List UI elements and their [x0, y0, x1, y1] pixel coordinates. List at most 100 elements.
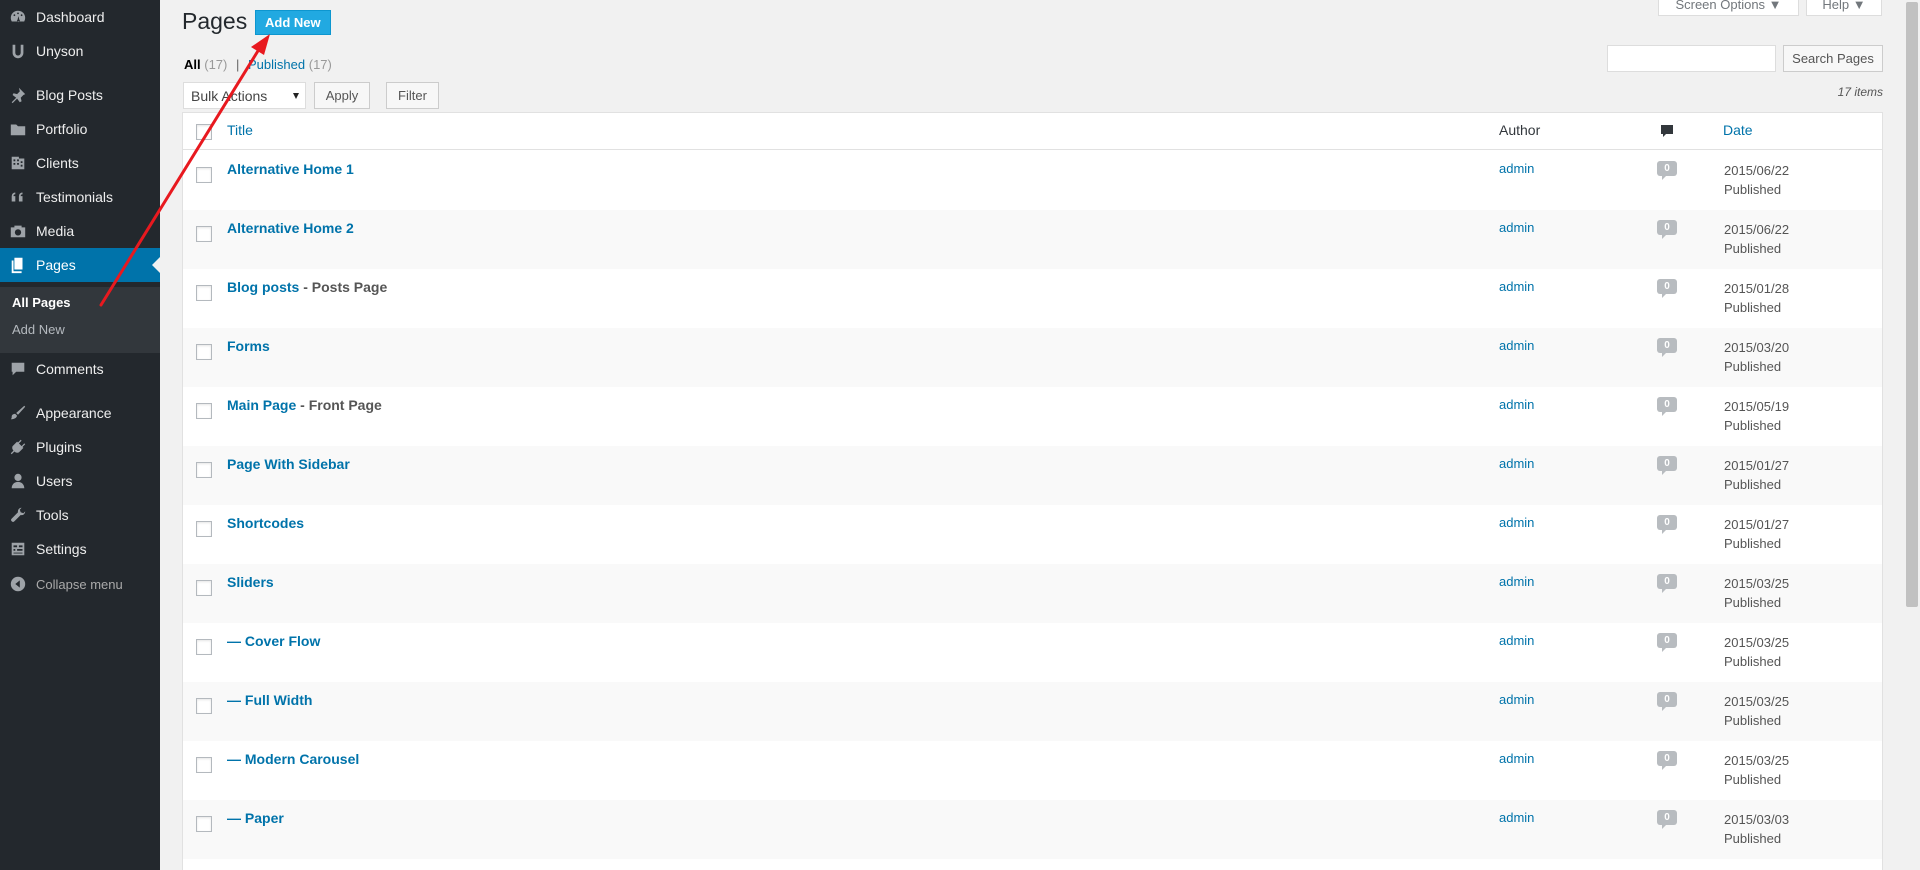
row-status: Published — [1724, 359, 1782, 374]
comment-count-badge[interactable]: 0 — [1657, 692, 1677, 711]
items-count: 17 items — [1837, 85, 1883, 99]
row-date-value: 2015/01/28 — [1724, 281, 1790, 296]
page-scrollbar[interactable] — [1904, 0, 1920, 870]
row-author-link[interactable]: admin — [1499, 279, 1534, 294]
sidebar-item-tools[interactable]: Tools — [0, 498, 160, 532]
row-author-link[interactable]: admin — [1499, 633, 1534, 648]
sidebar-item-appearance[interactable]: Appearance — [0, 396, 160, 430]
comment-count-badge[interactable]: 0 — [1657, 633, 1677, 652]
row-author-link[interactable]: admin — [1499, 456, 1534, 471]
submenu-add-new[interactable]: Add New — [12, 322, 65, 337]
row-author-link[interactable]: admin — [1499, 515, 1534, 530]
media-icon — [8, 221, 28, 241]
comment-count-badge[interactable]: 0 — [1657, 810, 1677, 829]
row-title-link[interactable]: Shortcodes — [227, 515, 304, 531]
row-title-link[interactable]: Alternative Home 2 — [227, 220, 354, 236]
select-all-checkbox[interactable] — [196, 124, 212, 140]
row-title: — Cover Flow — [227, 633, 320, 649]
row-author-link[interactable]: admin — [1499, 574, 1534, 589]
row-title-link[interactable]: Blog posts — [227, 279, 299, 295]
row-author-link[interactable]: admin — [1499, 810, 1534, 825]
dashboard-icon — [8, 7, 28, 27]
row-checkbox[interactable] — [196, 698, 212, 714]
row-checkbox[interactable] — [196, 816, 212, 832]
sidebar-item-blog-posts[interactable]: Blog Posts — [0, 78, 160, 112]
table-row: Alternative Home 2 admin 0 2015/06/22 Publis… — [183, 210, 1882, 269]
table-row: Shortcodes admin 0 2015/01/27 Published — [183, 505, 1882, 564]
column-date-header[interactable]: Date — [1723, 122, 1753, 138]
comment-count-badge[interactable]: 0 — [1657, 338, 1677, 357]
apply-button[interactable]: Apply — [314, 82, 370, 109]
row-author-link[interactable]: admin — [1499, 397, 1534, 412]
row-title-link[interactable]: — Paper — [227, 810, 284, 826]
row-title-link[interactable]: — Modern Carousel — [227, 751, 359, 767]
row-author-link[interactable]: admin — [1499, 338, 1534, 353]
comment-count-badge[interactable]: 0 — [1657, 220, 1677, 239]
comment-count-badge[interactable]: 0 — [1657, 161, 1677, 180]
comment-count-badge[interactable]: 0 — [1657, 456, 1677, 475]
comment-count-badge[interactable]: 0 — [1657, 397, 1677, 416]
pages-icon — [8, 255, 28, 275]
row-checkbox[interactable] — [196, 462, 212, 478]
view-all-link[interactable]: All — [184, 57, 201, 72]
column-title-header[interactable]: Title — [227, 122, 253, 138]
row-title-link[interactable]: Alternative Home 1 — [227, 161, 354, 177]
row-author-link[interactable]: admin — [1499, 220, 1534, 235]
sidebar-item-portfolio[interactable]: Portfolio — [0, 112, 160, 146]
row-author-link[interactable]: admin — [1499, 161, 1534, 176]
row-checkbox[interactable] — [196, 344, 212, 360]
row-checkbox[interactable] — [196, 521, 212, 537]
submenu-all-pages[interactable]: All Pages — [12, 295, 71, 310]
collapse-menu-button[interactable]: Collapse menu — [0, 567, 160, 601]
row-checkbox[interactable] — [196, 580, 212, 596]
row-title-link[interactable]: Page With Sidebar — [227, 456, 350, 472]
sidebar-item-plugins[interactable]: Plugins — [0, 430, 160, 464]
search-input[interactable] — [1607, 45, 1776, 72]
row-checkbox[interactable] — [196, 285, 212, 301]
row-checkbox[interactable] — [196, 757, 212, 773]
sidebar-item-pages[interactable]: Pages — [0, 248, 160, 282]
row-title-link[interactable]: — Full Width — [227, 692, 312, 708]
sidebar-item-dashboard[interactable]: Dashboard — [0, 0, 160, 34]
sidebar-item-media[interactable]: Media — [0, 214, 160, 248]
row-date: 2015/03/25 Published — [1724, 574, 1789, 612]
table-row: — Modern Carousel admin 0 2015/03/25 Publish… — [183, 741, 1882, 800]
admin-sidebar: Dashboard Unyson Blog Posts Portfolio Cl… — [0, 0, 160, 870]
row-date: 2015/01/27 Published — [1724, 456, 1789, 494]
row-author-link[interactable]: admin — [1499, 692, 1534, 707]
comment-count-badge[interactable]: 0 — [1657, 574, 1677, 593]
add-new-button[interactable]: Add New — [255, 10, 331, 35]
sidebar-item-testimonials[interactable]: Testimonials — [0, 180, 160, 214]
row-status: Published — [1724, 713, 1782, 728]
sidebar-item-unyson[interactable]: Unyson — [0, 34, 160, 68]
row-title-link[interactable]: Forms — [227, 338, 270, 354]
view-published-link[interactable]: Published — [248, 57, 305, 72]
row-checkbox[interactable] — [196, 639, 212, 655]
row-author-link[interactable]: admin — [1499, 751, 1534, 766]
screen-options-tab[interactable]: Screen Options ▼ — [1658, 0, 1799, 16]
filter-button[interactable]: Filter — [386, 82, 439, 109]
comment-count-badge[interactable]: 0 — [1657, 515, 1677, 534]
row-title-link[interactable]: — Cover Flow — [227, 633, 320, 649]
row-title-link[interactable]: Sliders — [227, 574, 274, 590]
sidebar-item-label: Clients — [36, 155, 79, 171]
comment-count-badge[interactable]: 0 — [1657, 751, 1677, 770]
search-pages-button[interactable]: Search Pages — [1783, 45, 1883, 72]
sidebar-item-comments[interactable]: Comments — [0, 352, 160, 386]
help-tab[interactable]: Help ▼ — [1806, 0, 1882, 16]
row-title: Alternative Home 2 — [227, 220, 354, 236]
row-checkbox[interactable] — [196, 403, 212, 419]
sidebar-item-settings[interactable]: Settings — [0, 532, 160, 566]
bulk-actions-value: Bulk Actions — [191, 87, 268, 104]
comment-count-badge[interactable]: 0 — [1657, 279, 1677, 298]
row-checkbox[interactable] — [196, 167, 212, 183]
bulk-actions-select[interactable]: Bulk Actions — [183, 82, 306, 109]
row-title-link[interactable]: Main Page — [227, 397, 296, 413]
row-checkbox[interactable] — [196, 226, 212, 242]
column-author-header: Author — [1499, 122, 1541, 138]
row-date-value: 2015/05/19 — [1724, 399, 1790, 414]
view-filters: All (17) | Published (17) — [184, 57, 332, 72]
sidebar-item-clients[interactable]: Clients — [0, 146, 160, 180]
sidebar-item-users[interactable]: Users — [0, 464, 160, 498]
scrollbar-thumb[interactable] — [1906, 2, 1918, 607]
